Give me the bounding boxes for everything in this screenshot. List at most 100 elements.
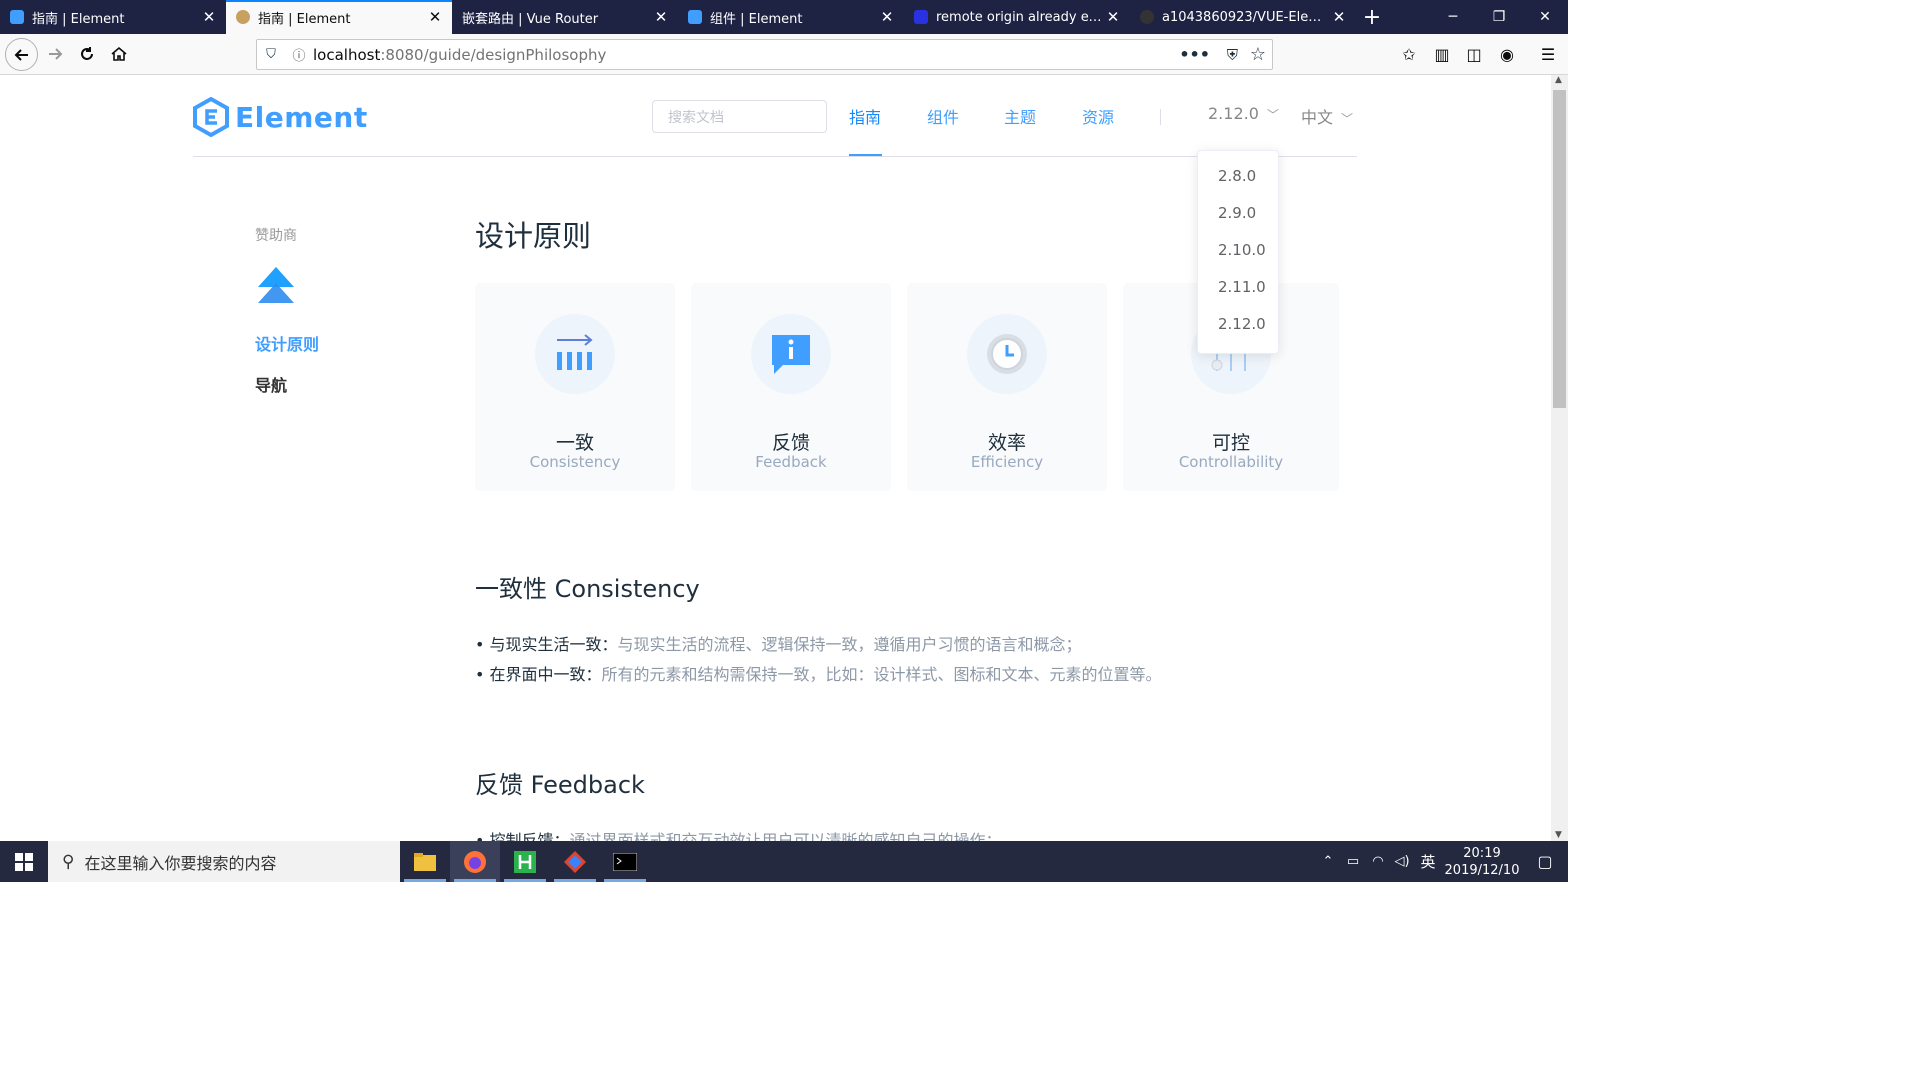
close-tab-icon[interactable]: ✕ (654, 8, 668, 26)
close-tab-icon[interactable]: ✕ (202, 8, 216, 26)
version-option[interactable]: 2.9.0 (1198, 195, 1278, 232)
tab-title: remote origin already exists (936, 9, 1106, 25)
info-icon[interactable]: ⓘ (285, 45, 313, 64)
nav-theme[interactable]: 主题 (1004, 104, 1036, 128)
menu-icon[interactable]: ☰ (1533, 39, 1563, 69)
firefox-icon (464, 850, 486, 873)
home-button[interactable] (104, 39, 134, 69)
more-actions-icon[interactable]: ••• (1179, 45, 1210, 64)
file-explorer-app[interactable] (400, 841, 450, 882)
section-heading: 一致性 Consistency (475, 575, 700, 603)
start-button[interactable] (0, 841, 48, 882)
language-select[interactable]: 中文 ﹀ (1301, 104, 1353, 128)
sidebar-item-nav[interactable]: 导航 (255, 372, 287, 396)
scroll-down-arrow-icon[interactable]: ▼ (1555, 830, 1562, 840)
bookmark-star-icon[interactable]: ☆ (1250, 44, 1266, 65)
account-icon[interactable]: ◉ (1492, 39, 1522, 69)
github-favicon-icon (1140, 10, 1154, 24)
version-option[interactable]: 2.10.0 (1198, 232, 1278, 269)
section-heading: 反馈 Feedback (475, 771, 645, 799)
card-title-en: Controllability (1178, 453, 1284, 471)
version-option[interactable]: 2.12.0 (1198, 306, 1278, 343)
close-tab-icon[interactable]: ✕ (1106, 8, 1120, 26)
close-window-icon[interactable]: ✕ (1522, 0, 1568, 34)
page-title: 设计原则 (475, 219, 592, 253)
owl-favicon-icon (236, 10, 250, 24)
bookmarks-star-icon[interactable]: ✩ (1394, 39, 1424, 69)
element-logo[interactable]: Element (193, 97, 368, 137)
forward-button[interactable] (40, 39, 70, 69)
volume-icon[interactable]: ◁) (1390, 854, 1414, 869)
close-tab-icon[interactable]: ✕ (880, 8, 894, 26)
minimize-icon[interactable]: ─ (1430, 0, 1476, 34)
clock[interactable]: 20:19 2019/12/10 (1442, 845, 1522, 879)
pocket-icon[interactable]: ⛨ (1227, 46, 1238, 64)
close-tab-icon[interactable]: ✕ (428, 8, 442, 26)
navigation-toolbar: ⛉ ⓘ localhost:8080/guide/designPhilosoph… (0, 34, 1568, 75)
ime-indicator[interactable]: 英 (1414, 851, 1442, 872)
card-title-cn: 可控 (1211, 432, 1250, 454)
tab-title: a1043860923/VUE-Element (1162, 9, 1332, 25)
tab-title: 指南 | Element (258, 11, 351, 27)
new-tab-button[interactable]: + (1356, 0, 1388, 34)
browser-tab[interactable]: 嵌套路由 | Vue Router ✕ (452, 0, 678, 34)
git-app[interactable] (550, 841, 600, 882)
scrollbar-thumb[interactable] (1553, 90, 1566, 408)
system-tray: ⌃ ▭ ◠ ◁) 英 20:19 2019/12/10 ▢ (1316, 841, 1568, 882)
browser-tab-active[interactable]: 指南 | Element ✕ (226, 0, 452, 34)
browser-tab[interactable]: 指南 | Element ✕ (0, 0, 226, 34)
principle-card: 反馈 Feedback (691, 283, 891, 491)
sidebar-icon[interactable]: ◫ (1459, 39, 1489, 69)
sponsor-logo[interactable] (255, 265, 297, 313)
browser-tab[interactable]: remote origin already exists ✕ (904, 0, 1130, 34)
icon-circle (967, 314, 1047, 394)
clock-time: 20:19 (1463, 845, 1501, 861)
search-input[interactable]: 搜索文档 (652, 100, 827, 133)
browser-tab[interactable]: 组件 | Element ✕ (678, 0, 904, 34)
page-content: Element 搜索文档 指南 组件 主题 资源 2.12.0 ﹀ 中文 ﹀ 2.8… (0, 75, 1551, 841)
item-value: 所有的元素和结构需保持一致，比如：设计样式、图标和文本、元素的位置等。 (601, 665, 1162, 684)
element-favicon-icon (688, 10, 702, 24)
nav-component[interactable]: 组件 (927, 104, 959, 128)
restore-icon[interactable]: ❐ (1476, 0, 1522, 34)
list-item: • 控制反馈：通过界面样式和交互动效让用户可以清晰的感知自己的操作； (475, 827, 1002, 841)
item-key: 控制反馈： (489, 831, 570, 841)
taskbar-search[interactable]: ⚲ 在这里输入你要搜索的内容 (48, 841, 400, 882)
card-title-cn: 一致 (555, 432, 594, 454)
version-option[interactable]: 2.11.0 (1198, 269, 1278, 306)
sidebar-item-design[interactable]: 设计原则 (255, 331, 319, 355)
version-select[interactable]: 2.12.0 ﹀ (1208, 104, 1279, 123)
back-arrow-icon (14, 48, 28, 61)
firefox-app[interactable] (450, 841, 500, 882)
battery-icon[interactable]: ▭ (1340, 854, 1366, 869)
scroll-up-arrow-icon[interactable]: ▲ (1555, 75, 1562, 85)
back-button[interactable] (5, 38, 38, 71)
notification-icon[interactable]: ▢ (1522, 852, 1568, 871)
version-option[interactable]: 2.8.0 (1198, 158, 1278, 195)
nav-guide[interactable]: 指南 (849, 104, 881, 128)
list-item: • 与现实生活一致：与现实生活的流程、逻辑保持一致，遵循用户习惯的语言和概念； (475, 635, 1082, 654)
reload-button[interactable] (72, 39, 102, 69)
address-bar[interactable]: ⛉ ⓘ localhost:8080/guide/designPhilosoph… (256, 39, 1273, 70)
sponsor-label: 赞助商 (255, 228, 297, 244)
logo-text: Element (235, 100, 368, 134)
tray-expand-icon[interactable]: ⌃ (1316, 854, 1340, 869)
terminal-app[interactable] (600, 841, 650, 882)
card-title-en: Consistency (529, 453, 621, 471)
nav-resource[interactable]: 资源 (1082, 104, 1114, 128)
reload-icon (81, 47, 93, 60)
wifi-icon[interactable]: ◠ (1366, 854, 1390, 869)
version-dropdown: 2.8.0 2.9.0 2.10.0 2.11.0 2.12.0 (1197, 150, 1279, 354)
principle-card: 一致 Consistency (475, 283, 675, 491)
baidu-favicon-icon (914, 10, 928, 24)
browser-tab[interactable]: a1043860923/VUE-Element ✕ (1130, 0, 1356, 34)
vertical-scrollbar[interactable]: ▲ ▼ (1551, 75, 1568, 841)
library-icon[interactable]: ▥ (1427, 39, 1457, 69)
close-tab-icon[interactable]: ✕ (1332, 8, 1346, 26)
hbuilder-app[interactable] (500, 841, 550, 882)
window-controls: ─ ❐ ✕ (1430, 0, 1568, 34)
shield-icon[interactable]: ⛉ (257, 47, 285, 62)
element-favicon-icon (10, 10, 24, 24)
icon-circle (535, 314, 615, 394)
url-path: :8080/guide/designPhilosophy (380, 45, 607, 64)
